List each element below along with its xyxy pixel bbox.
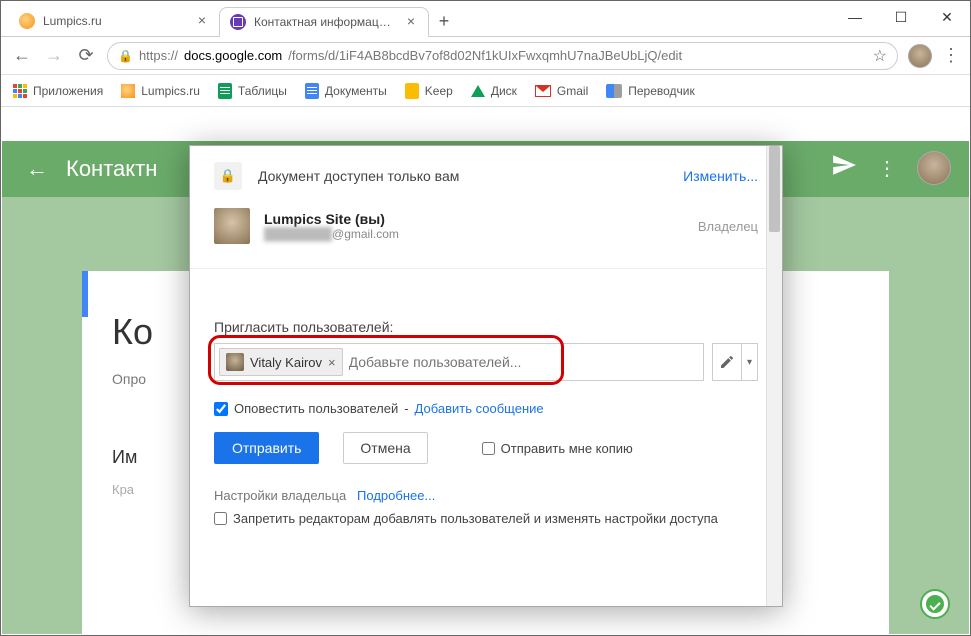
bookmarks-bar: Приложения Lumpics.ru Таблицы Документы …: [1, 75, 970, 107]
keep-icon: [405, 83, 419, 99]
close-icon[interactable]: ×: [404, 15, 418, 29]
bookmark-label: Документы: [325, 84, 387, 98]
sheets-icon: [218, 83, 232, 99]
privacy-text: Документ доступен только вам: [258, 168, 667, 184]
restrict-checkbox[interactable]: [214, 512, 227, 525]
bookmark-star-icon[interactable]: ☆: [873, 46, 887, 66]
owner-settings-label: Настройки владельца: [214, 488, 346, 503]
url-path: /forms/d/1iF4AB8bcdBv7of8d02Nf1kUIxFwxqm…: [288, 48, 682, 63]
send-button[interactable]: Отправить: [214, 432, 319, 464]
bookmark-translate[interactable]: Переводчик: [606, 84, 695, 98]
bookmark-lumpics[interactable]: Lumpics.ru: [121, 84, 200, 98]
bookmark-label: Переводчик: [628, 84, 695, 98]
scrollbar-thumb[interactable]: [769, 146, 780, 232]
favicon-forms: [230, 14, 246, 30]
permission-dropdown[interactable]: ▾: [712, 343, 758, 381]
chrome-menu-icon[interactable]: ⋮: [942, 45, 960, 66]
bookmark-label: Таблицы: [238, 84, 287, 98]
bookmark-label: Gmail: [557, 84, 588, 98]
invite-label: Пригласить пользователей:: [214, 319, 758, 335]
lock-icon: 🔒: [214, 162, 242, 190]
sharing-dialog: 🔒 Документ доступен только вам Изменить.…: [189, 145, 783, 607]
bookmark-docs[interactable]: Документы: [305, 83, 387, 99]
lock-icon: 🔒: [118, 49, 133, 63]
security-badge-icon[interactable]: [920, 589, 950, 619]
restrict-label: Запретить редакторам добавлять пользоват…: [233, 511, 718, 526]
back-button[interactable]: ←: [11, 45, 33, 67]
bookmark-drive[interactable]: Диск: [471, 84, 517, 98]
drive-icon: [471, 85, 485, 97]
user-chip[interactable]: Vitaly Kairov ×: [219, 348, 343, 376]
favicon-lumpics: [19, 13, 35, 29]
bookmark-sheets[interactable]: Таблицы: [218, 83, 287, 99]
cancel-button[interactable]: Отмена: [343, 432, 427, 464]
bookmark-label: Диск: [491, 84, 517, 98]
address-bar: ← → ⟳ 🔒 https:// docs.google.com/forms/d/…: [1, 37, 970, 75]
window-close[interactable]: ✕: [924, 1, 970, 33]
omnibox[interactable]: 🔒 https:// docs.google.com/forms/d/1iF4AB…: [107, 42, 898, 70]
tab-lumpics[interactable]: Lumpics.ru ×: [9, 6, 219, 36]
new-tab-button[interactable]: +: [429, 6, 459, 36]
url-host: docs.google.com: [184, 48, 282, 63]
bookmark-label: Приложения: [33, 84, 103, 98]
close-icon[interactable]: ×: [195, 14, 209, 28]
chip-remove-icon[interactable]: ×: [328, 355, 336, 370]
url-scheme: https://: [139, 48, 178, 63]
favicon-lumpics: [121, 84, 135, 98]
tab-forms[interactable]: Контактная информация - Goo… ×: [219, 7, 429, 37]
bookmark-label: Keep: [425, 84, 453, 98]
pencil-icon: [713, 344, 741, 380]
tab-title: Lumpics.ru: [43, 14, 187, 28]
profile-avatar[interactable]: [908, 44, 932, 68]
bookmark-label: Lumpics.ru: [141, 84, 200, 98]
docs-icon: [305, 83, 319, 99]
notify-dash: -: [404, 401, 408, 416]
reload-button[interactable]: ⟳: [75, 45, 97, 67]
owner-avatar: [214, 208, 250, 244]
translate-icon: [606, 84, 622, 98]
apps-icon: [13, 84, 27, 98]
invite-input-box[interactable]: Vitaly Kairov ×: [214, 343, 704, 381]
notify-label: Оповестить пользователей: [234, 401, 398, 416]
send-copy-label: Отправить мне копию: [501, 441, 633, 456]
tab-title: Контактная информация - Goo…: [254, 15, 396, 29]
form-title: Контактн: [66, 156, 157, 182]
gmail-icon: [535, 85, 551, 97]
bookmark-gmail[interactable]: Gmail: [535, 84, 588, 98]
forward-button[interactable]: →: [43, 45, 65, 67]
back-arrow-icon[interactable]: ←: [26, 156, 48, 182]
window-minimize[interactable]: —: [832, 1, 878, 33]
notify-checkbox[interactable]: [214, 402, 228, 416]
chip-name: Vitaly Kairov: [250, 355, 322, 370]
send-copy-checkbox[interactable]: [482, 442, 495, 455]
owner-email: ████████@gmail.com: [264, 227, 684, 241]
send-icon[interactable]: [831, 152, 857, 184]
add-message-link[interactable]: Добавить сообщение: [415, 401, 544, 416]
caret-down-icon: ▾: [741, 344, 757, 380]
window-maximize[interactable]: ☐: [878, 1, 924, 33]
learn-more-link[interactable]: Подробнее...: [357, 488, 435, 503]
more-icon[interactable]: ⋮: [877, 156, 897, 181]
chip-avatar: [226, 353, 244, 371]
dialog-scrollbar[interactable]: [766, 146, 782, 606]
add-people-input[interactable]: [349, 354, 699, 370]
user-avatar[interactable]: [917, 151, 951, 185]
owner-role: Владелец: [698, 219, 758, 234]
bookmark-keep[interactable]: Keep: [405, 83, 453, 99]
tab-strip: Lumpics.ru × Контактная информация - Goo…: [1, 1, 970, 37]
change-link[interactable]: Изменить...: [683, 168, 758, 184]
apps-shortcut[interactable]: Приложения: [13, 84, 103, 98]
owner-name: Lumpics Site (вы): [264, 211, 684, 227]
